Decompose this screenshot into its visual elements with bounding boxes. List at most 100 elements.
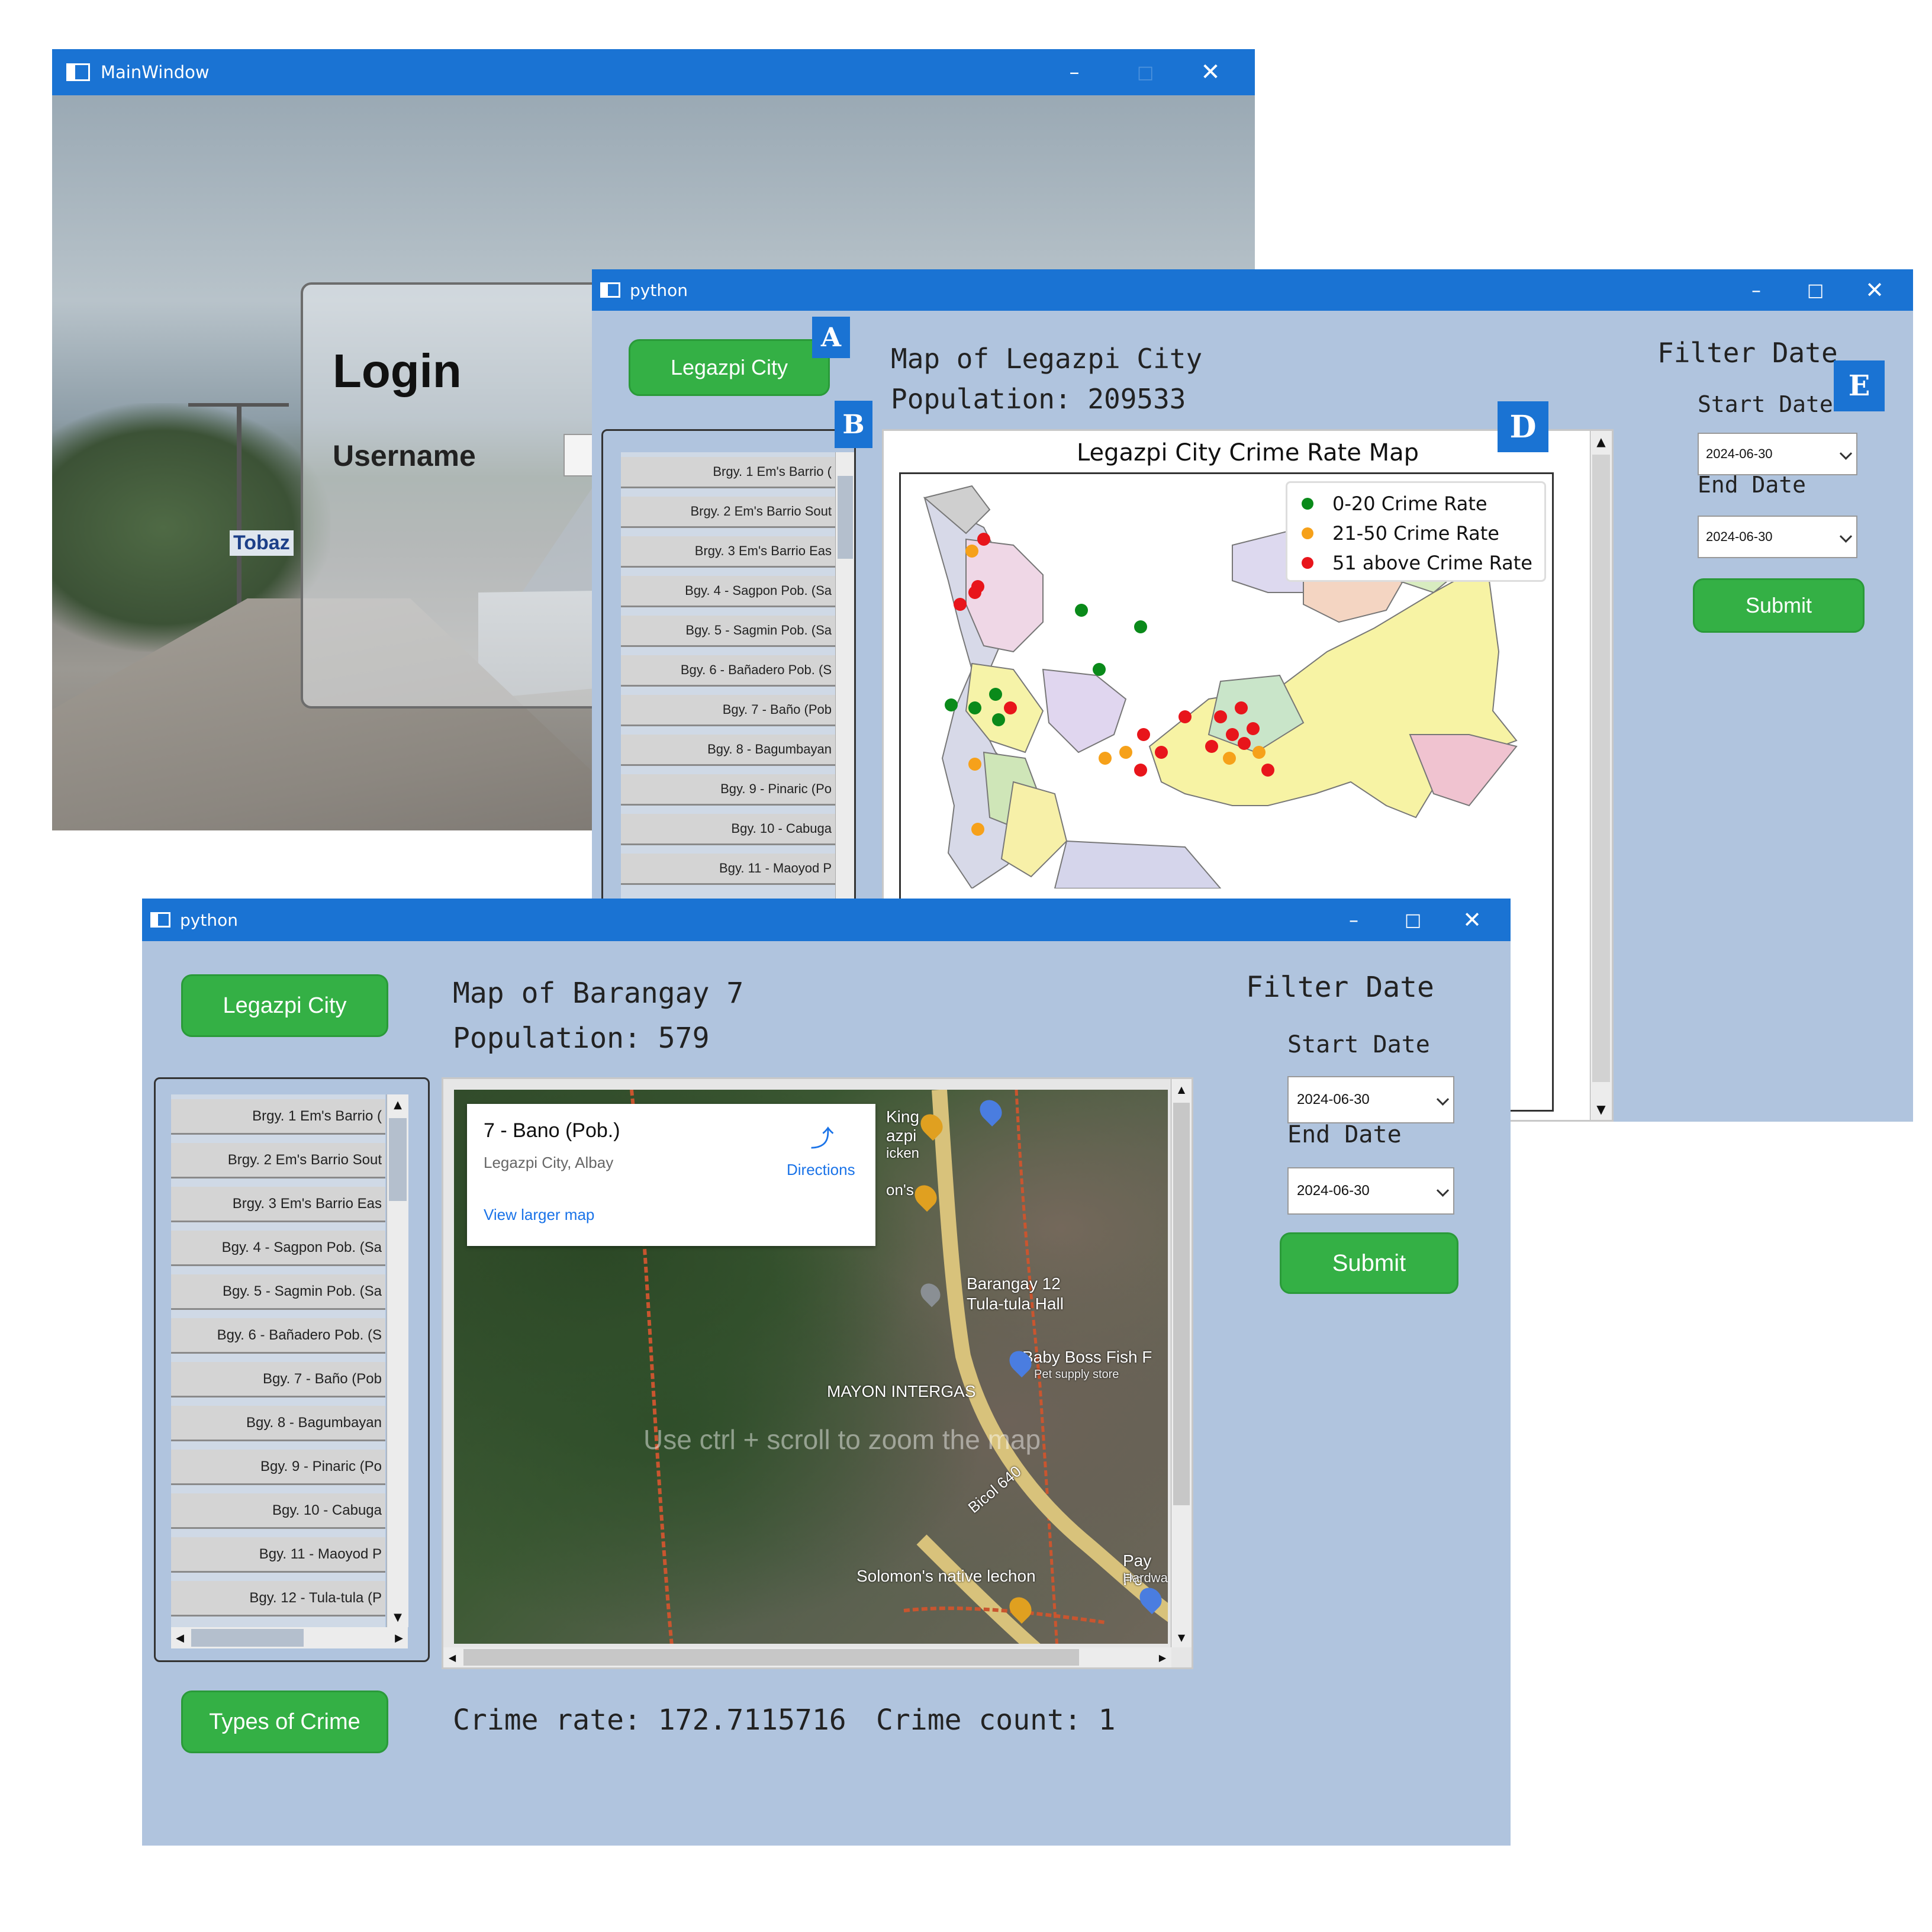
barangay-list-item[interactable]: Bgy. 8 - Bagumbayan [171,1406,385,1441]
directions-link[interactable]: Directions [787,1161,855,1179]
crime-marker-high [1238,737,1251,750]
map-region [1042,668,1127,754]
barangay-map-hscrollbar[interactable]: ◀ ▶ [443,1647,1171,1667]
map-overlay-hint: Use ctrl + scroll to zoom the map [643,1424,1041,1455]
end-date-label: End Date [1287,1121,1402,1148]
barangay-list-item[interactable]: Bgy. 6 - Bañadero Pob. (S [171,1318,385,1354]
barangay-list-scrollbar[interactable]: ▲ ▼ [387,1094,408,1627]
barangay-list-item[interactable]: Bgy. 9 - Pinaric (Po [621,774,835,806]
barangay-list-item[interactable]: Bgy. 5 - Sagmin Pob. (Sa [621,616,835,647]
barangay-map-scrollbar[interactable]: ▲ ▼ [1171,1079,1192,1647]
barangay-list-item[interactable]: Bgy. 4 - Sagpon Pob. (Sa [171,1231,385,1266]
submit-button[interactable]: Submit [1280,1232,1458,1294]
scroll-up-icon[interactable]: ▲ [387,1094,408,1115]
barangay-list-item[interactable]: Bgy. 10 - Cabuga [621,814,835,845]
scroll-right-icon[interactable]: ▶ [390,1627,408,1648]
legazpi-city-button[interactable]: Legazpi City [181,974,388,1037]
window-title: MainWindow [101,62,210,82]
end-date-combo[interactable]: 2024-06-30 [1698,516,1857,558]
scroll-down-icon[interactable]: ▼ [1590,1099,1612,1120]
badge-b: B [835,401,872,448]
scroll-up-icon[interactable]: ▲ [1590,431,1612,452]
scroll-right-icon[interactable]: ▶ [1154,1647,1171,1667]
barangay-list-item[interactable]: Brgy. 2 Em's Barrio Sout [171,1143,385,1178]
barangay-list-item[interactable]: Bgy. 8 - Bagumbayan [621,735,835,766]
barangay-list-item[interactable]: Bgy. 11 - Maoyod P [621,854,835,885]
crime-marker-mid [1099,752,1112,765]
crime-marker-low [1075,604,1088,617]
badge-d: D [1498,401,1548,452]
scroll-left-icon[interactable]: ◀ [171,1627,189,1648]
barangay-list-item[interactable]: Bgy. 7 - Baño (Pob [171,1362,385,1398]
maximize-icon[interactable]: □ [1795,269,1836,311]
scroll-down-icon[interactable]: ▼ [387,1607,408,1627]
scrollbar-thumb[interactable] [191,1629,304,1647]
barangay-list-item[interactable]: Bgy. 9 - Pinaric (Po [171,1450,385,1485]
barangay-list-item[interactable]: Brgy. 1 Em's Barrio ( [621,457,835,488]
crime-marker-low [992,713,1005,726]
main-window-titlebar[interactable]: MainWindow – □ ✕ [52,49,1255,95]
crime-marker-mid [968,758,981,771]
barangay-list-item[interactable]: Brgy. 3 Em's Barrio Eas [171,1187,385,1222]
crime-marker-low [945,698,958,711]
maximize-icon[interactable]: □ [1125,49,1166,95]
types-of-crime-button[interactable]: Types of Crime [181,1690,388,1753]
barangay-list-item[interactable]: Bgy. 11 - Maoyod P [171,1537,385,1573]
login-title: Login [333,344,462,397]
minimize-icon[interactable]: – [1333,899,1374,941]
crime-marker-high [1226,728,1239,741]
start-date-combo[interactable]: 2024-06-30 [1287,1076,1454,1123]
satellite-map[interactable]: Barangay 12 Tula-tula Hall Baby Boss Fis… [454,1090,1168,1644]
crime-marker-mid [1119,746,1132,759]
crime-rate-text: Crime rate: 172.7115716 [453,1704,846,1737]
close-icon[interactable]: ✕ [1451,899,1493,941]
barangay-list-item[interactable]: Brgy. 3 Em's Barrio Eas [621,536,835,568]
view-larger-map-link[interactable]: View larger map [484,1206,594,1224]
barangay-map-frame: Barangay 12 Tula-tula Hall Baby Boss Fis… [442,1077,1193,1669]
scrollbar-thumb[interactable] [463,1649,1079,1666]
barangay-list-item[interactable]: Bgy. 7 - Baño (Pob [621,695,835,726]
place-info-card: 7 - Bano (Pob.) Legazpi City, Albay ⤴ Di… [467,1104,875,1246]
directions-icon[interactable]: ⤴ [810,1119,834,1152]
crime-map-scrollbar[interactable]: ▲ ▼ [1590,431,1612,1120]
window-title: python [180,910,238,930]
legend-dot-high [1302,557,1313,569]
start-date-value: 2024-06-30 [1297,1091,1370,1107]
end-date-combo[interactable]: 2024-06-30 [1287,1167,1454,1215]
barangay-list-item[interactable]: Bgy. 6 - Bañadero Pob. (S [621,655,835,687]
minimize-icon[interactable]: – [1054,49,1095,95]
barangay-list-hscrollbar[interactable]: ◀ ▶ [171,1627,408,1648]
crime-marker-high [1155,746,1168,759]
start-date-combo[interactable]: 2024-06-30 [1698,433,1857,475]
legend-dot-low [1302,498,1313,510]
scrollbar-thumb[interactable] [389,1118,407,1201]
barangay-list-item[interactable]: Bgy. 10 - Cabuga [171,1493,385,1529]
legazpi-city-button[interactable]: Legazpi City [629,339,830,396]
end-date-value: 2024-06-30 [1297,1183,1370,1199]
crime-marker-mid [971,823,984,836]
submit-button[interactable]: Submit [1693,578,1865,633]
scroll-left-icon[interactable]: ◀ [443,1647,461,1667]
scrollbar-thumb[interactable] [838,476,853,559]
barangay-window-titlebar[interactable]: python – □ ✕ [142,899,1511,941]
maximize-icon[interactable]: □ [1392,899,1434,941]
close-icon[interactable]: ✕ [1190,49,1231,95]
map-label: King [886,1107,920,1126]
barangay-list-item[interactable]: Bgy. 12 - Tula-tula (P [171,1581,385,1617]
scrollbar-thumb[interactable] [1592,455,1610,1082]
scroll-up-icon[interactable]: ▲ [1171,1079,1192,1099]
scroll-down-icon[interactable]: ▼ [1171,1627,1192,1647]
minimize-icon[interactable]: – [1735,269,1777,311]
barangay-list-item[interactable]: Brgy. 2 Em's Barrio Sout [621,497,835,528]
barangay-list[interactable]: Brgy. 1 Em's Barrio ( Brgy. 2 Em's Barrio… [171,1094,385,1627]
barangay-list-item[interactable]: Bgy. 4 - Sagpon Pob. (Sa [621,576,835,607]
barangay-map-window: python – □ ✕ Legazpi City Map of Baranga… [142,899,1511,1846]
barangay-list-item[interactable]: Brgy. 1 Em's Barrio ( [171,1099,385,1135]
barangay-list-item[interactable]: Bgy. 5 - Sagmin Pob. (Sa [171,1274,385,1310]
scrollbar-thumb[interactable] [1173,1103,1190,1505]
crime-marker-mid [1223,752,1236,765]
city-window-titlebar[interactable]: python – □ ✕ [592,269,1913,311]
close-icon[interactable]: ✕ [1854,269,1895,311]
legend-low: 0-20 Crime Rate [1302,492,1487,515]
barangay-list-panel: Brgy. 1 Em's Barrio ( Brgy. 2 Em's Barrio… [154,1077,430,1662]
